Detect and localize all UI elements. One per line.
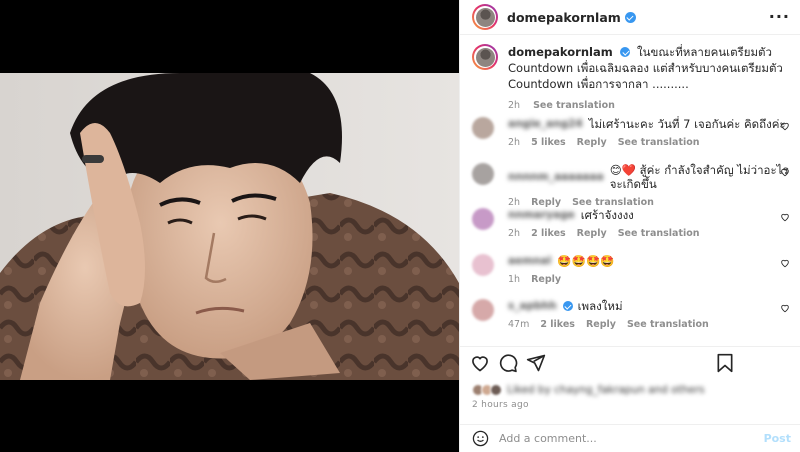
post-header: domepakornlam ··· [460, 0, 800, 35]
verified-badge-icon [624, 11, 636, 23]
commenter-avatar[interactable] [472, 254, 494, 276]
comment-like-heart-icon[interactable] [780, 303, 790, 313]
comment-time[interactable]: 47m [508, 319, 529, 330]
comment-username[interactable]: aemnal [508, 254, 551, 268]
caption-avatar[interactable] [472, 44, 498, 70]
commenter-avatar[interactable] [472, 163, 494, 185]
heart-icon[interactable] [470, 353, 490, 373]
post-action-bar [460, 346, 800, 380]
comment-item: angie_ang24 ไม่เศร้านะคะ วันที่ 7 เจอกัน… [472, 117, 792, 148]
comment-time[interactable]: 1h [508, 274, 520, 285]
comment-reply-button[interactable]: Reply [531, 274, 561, 285]
comment-reply-button[interactable]: Reply [531, 197, 561, 208]
comment-item: nnmaryage เศร้าจังงงง 2h 2 likes Reply S… [472, 208, 792, 239]
comment-reply-button[interactable]: Reply [586, 319, 616, 330]
comment-text: เพลงใหม่ [577, 299, 623, 313]
caption-see-translation[interactable]: See translation [533, 98, 615, 114]
commenter-avatar[interactable] [472, 117, 494, 139]
instagram-post-view: domepakornlam ··· domepakornlam ในขณะที่… [0, 0, 800, 452]
portrait-photo [0, 73, 459, 380]
comment-reply-button[interactable]: Reply [577, 228, 607, 239]
author-avatar[interactable] [472, 4, 498, 30]
comment-text: เศร้าจังงงง [580, 208, 634, 222]
verified-badge-icon [620, 47, 631, 57]
more-options-icon[interactable]: ··· [769, 9, 790, 25]
comment-like-heart-icon[interactable] [780, 167, 790, 177]
comment-text: 🤩🤩🤩🤩 [557, 254, 615, 268]
add-comment-bar: Post [460, 424, 800, 452]
comment-icon[interactable] [498, 353, 518, 373]
comment-likes[interactable]: 2 likes [540, 319, 575, 330]
emoji-icon[interactable] [472, 430, 489, 447]
liked-by-text[interactable]: Liked by chayng_fakrapun and others [507, 384, 705, 396]
liker-avatar [490, 384, 502, 396]
verified-badge-icon [562, 301, 573, 311]
comment-see-translation[interactable]: See translation [627, 319, 709, 330]
liked-by-row[interactable]: Liked by chayng_fakrapun and others [472, 383, 705, 397]
comment-username[interactable]: nnnnm_aaaaaaa [508, 170, 604, 184]
post-photo [0, 73, 459, 380]
comment-reply-button[interactable]: Reply [577, 137, 607, 148]
comment-username[interactable]: angie_ang24 [508, 117, 583, 131]
comment-time[interactable]: 2h [508, 197, 520, 208]
caption-username[interactable]: domepakornlam [508, 45, 613, 59]
caption-time[interactable]: 2h [508, 98, 520, 114]
comment-see-translation[interactable]: See translation [572, 197, 654, 208]
comment-likes[interactable]: 5 likes [531, 137, 566, 148]
comment-like-heart-icon[interactable] [780, 212, 790, 222]
comment-text: ไม่เศร้านะคะ วันที่ 7 เจอกันค่ะ คิดถึงค่… [588, 117, 786, 131]
share-icon[interactable] [526, 353, 546, 373]
commenter-avatar[interactable] [472, 299, 494, 321]
comment-username[interactable]: nnmaryage [508, 208, 575, 222]
comment-see-translation[interactable]: See translation [618, 228, 700, 239]
post-media[interactable] [0, 0, 459, 452]
bookmark-icon[interactable] [715, 353, 735, 373]
commenter-avatar[interactable] [472, 208, 494, 230]
post-comment-button[interactable]: Post [764, 432, 791, 445]
post-timestamp[interactable]: 2 hours ago [472, 400, 529, 410]
author-username[interactable]: domepakornlam [507, 10, 621, 25]
comment-item: s_apbhh เพลงใหม่ 47m 2 likes Reply See t… [472, 299, 792, 330]
comment-likes[interactable]: 2 likes [531, 228, 566, 239]
post-caption: domepakornlam ในขณะที่หลายคนเตรียมตัว Co… [472, 44, 792, 114]
comment-see-translation[interactable]: See translation [618, 137, 700, 148]
comment-text: 😊❤️ สู้ค่ะ กำลังใจสำคัญ ไม่ว่าอะไรจะเกิด… [609, 163, 789, 191]
comment-time[interactable]: 2h [508, 228, 520, 239]
comment-item: nnnnm_aaaaaaa 😊❤️ สู้ค่ะ กำลังใจสำคัญ ไม… [472, 163, 792, 208]
comment-time[interactable]: 2h [508, 137, 520, 148]
comment-like-heart-icon[interactable] [780, 121, 790, 131]
post-details-panel: domepakornlam ··· domepakornlam ในขณะที่… [459, 0, 800, 452]
comment-username[interactable]: s_apbhh [508, 299, 557, 313]
comment-like-heart-icon[interactable] [780, 258, 790, 268]
comment-item: aemnal 🤩🤩🤩🤩 1h Reply [472, 254, 792, 285]
add-comment-input[interactable] [499, 432, 749, 445]
